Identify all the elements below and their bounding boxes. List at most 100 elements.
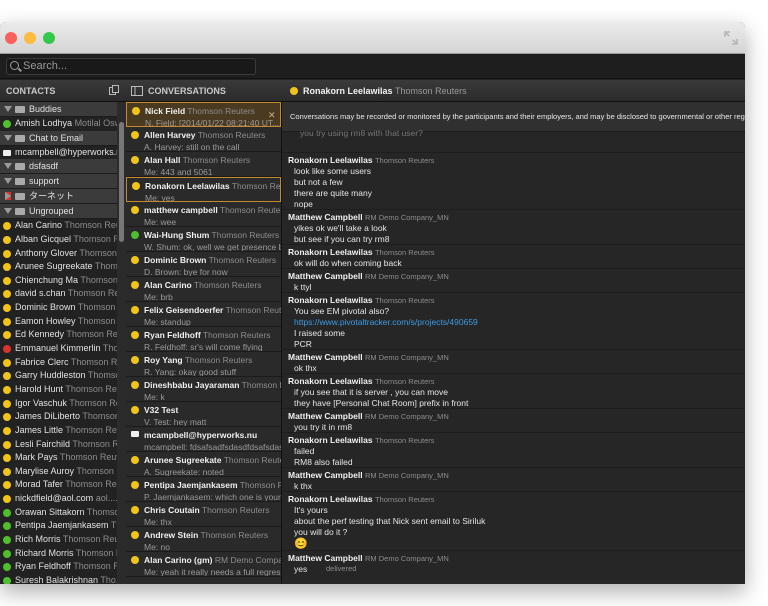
status-dot [3,276,11,285]
contact-row[interactable]: Chienchung Ma Thomson Reut... [0,274,117,288]
status-dot [131,506,139,514]
contact-row[interactable]: Morad Tafer Thomson Reut... [0,478,117,492]
contact-group-2[interactable]: dsfasdf [0,159,117,175]
conversation-item[interactable]: Andrew Stein Thomson Reuters Me: no [126,527,281,552]
conversation-item[interactable]: Alan Carino (gm) RM Demo Compan... Me: ye… [126,552,281,577]
contact-row[interactable]: Rich Morris Thomson Reuters [0,533,117,547]
disclosure-triangle-icon[interactable] [4,208,12,215]
title-bar [0,22,745,54]
conversation-item[interactable]: Arunee Sugreekate Thomson Reuters A. Sugr… [126,452,281,477]
message-company: RM Demo Company_MN [365,554,449,563]
contact-row[interactable]: Pentipa Jaemjankasem Tho... [0,519,117,533]
contact-row[interactable]: Alban Gicquel Thomson Reut... [0,233,117,247]
contact-row[interactable]: mcampbell@hyperworks.nu [0,146,117,160]
contacts-scroll-thumb[interactable] [119,122,124,242]
contact-group-label: Buddies [29,104,62,114]
minimize-window-button[interactable] [24,32,36,44]
contact-row[interactable]: Emmanuel Kimmerlin Thom... [0,342,117,356]
contact-row[interactable]: Richard Morris Thomson Re... [0,547,117,561]
disclosure-triangle-icon[interactable] [5,192,11,201]
message-separator [282,209,745,210]
chat-title-company: Thomson Reuters [395,86,467,96]
contact-row[interactable]: Ed Kennedy Thomson Reuters [0,328,117,342]
message-header: Ronakorn Leelawilas Thomson Reuters [288,376,468,387]
disclosure-triangle-icon[interactable] [4,163,12,170]
contact-row[interactable]: Alan Carino Thomson Reuters [0,219,117,233]
message-header: Ronakorn Leelawilas Thomson Reuters [288,247,435,258]
contact-row[interactable]: Eamon Howley Thomson Reut... [0,315,117,329]
contact-row[interactable]: nickdfield@aol.com aol.... [0,492,117,506]
conversation-item[interactable]: Allen Harvey Thomson Reuters A. Harvey: s… [126,127,281,152]
conversation-item[interactable]: Felix Geisendoerfer Thomson Reuters Me: s… [126,302,281,327]
contact-row[interactable]: Arunee Sugreekate Thomso... [0,260,117,274]
conversation-name: V32 Test [144,405,179,415]
contact-row[interactable]: Amish Lodhya Motilal Osw... [0,117,117,131]
email-icon [131,431,139,437]
contact-row[interactable]: Harold Hunt Thomson Reut... [0,383,117,397]
contact-company: Thomso... [87,370,117,381]
status-dot [131,131,139,139]
conversation-item[interactable]: mcampbell@hyperworks.nu mcampbell: fdsaf… [126,427,281,452]
conversation-name: Wai-Hung Shum [144,230,210,240]
contact-row[interactable]: Ryan Feldhoff Thomson Reu... [0,560,117,574]
contact-company: Thomson Reut... [65,424,117,435]
conversation-item[interactable]: Ronakorn Leelawilas Thomson Reut... Me: y… [126,177,281,202]
contact-group-1[interactable]: Chat to Email [0,130,117,146]
contact-row[interactable]: Garry Huddleston Thomso... [0,369,117,383]
contact-row[interactable]: James Little Thomson Reut... [0,424,117,438]
contact-row[interactable]: Fabrice Clerc Thomson Reut... [0,356,117,370]
conversation-item[interactable]: Chris Coutain Thomson Reuters Me: thx [126,502,281,527]
zoom-window-button[interactable] [43,32,55,44]
contact-row[interactable]: James DiLiberto Thomson R... [0,410,117,424]
disclosure-triangle-icon[interactable] [4,106,12,112]
conversation-item[interactable]: V32 Test V. Test: hey matt [126,402,281,427]
conversations-header-label: CONVERSATIONS [148,86,226,96]
contact-group-3[interactable]: support [0,174,117,190]
fullscreen-icon[interactable] [724,31,738,45]
conversation-item[interactable]: Ryan Feldhoff Thomson Reuters R. Feldhoff… [126,327,281,352]
conversation-item[interactable]: Wai-Hung Shum Thomson Reuters W. Shum: ok… [126,227,281,252]
contact-row[interactable]: Igor Vaschuk Thomson Reut... [0,397,117,411]
contact-company: Thomson Reut... [65,383,117,394]
add-contact-icon[interactable] [109,85,119,96]
contact-row[interactable]: Anthony Glover Thomson Reu... [0,247,117,261]
conversation-item[interactable]: Nick Field Thomson Reuters N. Field: [201… [126,102,281,127]
contact-row[interactable]: Orawan Sittakorn Thomson... [0,506,117,520]
contact-group-label: ターネット [29,191,75,202]
contact-company: Thomso... [94,261,117,272]
contact-group-0[interactable]: Buddies [0,102,117,117]
contact-row[interactable]: Marylise Auroy Thomson Re... [0,465,117,479]
panel-toggle-icon[interactable] [131,86,143,96]
contact-row[interactable]: Suresh Balakrishnan Tho... [0,574,117,584]
close-conversation-icon[interactable]: ✕ [268,110,276,121]
contact-group-5[interactable]: Ungrouped [0,204,117,220]
status-dot [131,156,139,164]
status-dot [131,406,139,414]
conversation-item[interactable]: Pentipa Jaemjankasem Thomson Re... P. Jae… [126,477,281,502]
message-company: Thomson Reuters [374,436,435,445]
conversation-item[interactable]: Dominic Brown Thomson Reuters D. Brown: b… [126,252,281,277]
message-link[interactable]: https://www.pivotaltracker.com/s/project… [288,317,478,328]
contact-row[interactable]: david s.chan Thomson Reut... [0,287,117,301]
contact-row[interactable]: Dominic Brown Thomson Reut... [0,301,117,315]
contact-row[interactable]: Mark Pays Thomson Reuters [0,451,117,465]
conversation-item[interactable]: Alan Hall Thomson Reuters Me: 443 and 506… [126,152,281,177]
contact-group-4[interactable]: ターネット [0,189,117,205]
message-sender: Ronakorn Leelawilas [288,376,373,386]
close-window-button[interactable] [5,32,17,44]
disclosure-triangle-icon[interactable] [4,178,12,185]
message-separator [282,349,745,350]
conversation-item[interactable]: Alan Carino Thomson Reuters Me: brb [126,277,281,302]
contact-row[interactable]: Lesli Fairchild Thomson Re... [0,438,117,452]
conversation-item[interactable]: Dineshbabu Jayaraman Thomson R... Me: k [126,377,281,402]
status-dot [3,249,11,258]
disclosure-triangle-icon[interactable] [4,134,12,141]
search-input[interactable]: Search... [6,58,256,75]
search-placeholder: Search... [23,60,68,72]
status-dot [3,290,11,299]
status-dot [131,206,139,214]
conversation-item[interactable]: Roy Yang Thomson Reuters R. Yang: okay go… [126,352,281,377]
message-line: about the perf testing that Nick sent em… [294,516,486,526]
conversation-item[interactable]: matthew campbell Thomson Reuters Me: wee [126,202,281,227]
contact-company: Thomson Re... [72,438,117,449]
